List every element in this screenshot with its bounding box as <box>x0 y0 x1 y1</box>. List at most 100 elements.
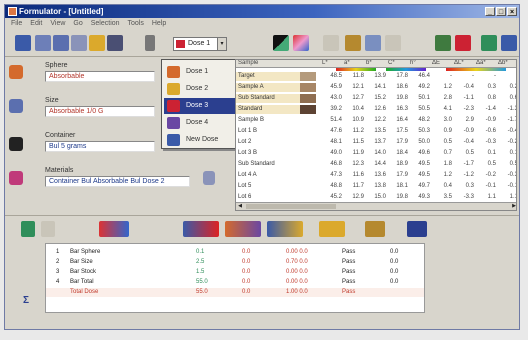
grid-cell[interactable]: 14.4 <box>364 160 386 169</box>
new-doc-icon[interactable] <box>35 35 51 51</box>
grid-cell[interactable]: 48.5 <box>320 72 342 81</box>
contrast-icon[interactable] <box>273 35 289 51</box>
grid-cell[interactable]: 50.5 <box>408 105 430 114</box>
grid-cell[interactable]: 3.0 <box>430 116 452 125</box>
grid-row-label[interactable]: Lot 3 B <box>236 149 300 158</box>
grid-cell[interactable]: -0.9 <box>452 127 474 136</box>
grid-cell[interactable]: 49.5 <box>408 171 430 180</box>
grid-cell[interactable]: 0.5 <box>452 149 474 158</box>
chevron-down-icon[interactable] <box>145 35 155 51</box>
print-icon[interactable] <box>107 35 123 51</box>
table-row[interactable]: 1 Bar Sphere 0.1 0.0 0.00 0.0 Pass 0.0 <box>46 248 424 257</box>
grid-cell[interactable]: -0.2 <box>496 138 516 147</box>
grid-cell[interactable]: 13.9 <box>364 72 386 81</box>
grid-cell[interactable]: 46.4 <box>408 72 430 81</box>
grid-cell[interactable]: 1.2 <box>430 83 452 92</box>
grid-row-label[interactable]: Sub Standard <box>236 160 300 169</box>
grid-cell[interactable]: -0.9 <box>474 116 496 125</box>
color-data-grid[interactable]: Sample L* a* b* C* h° ΔE ΔL* Δa* Δb* Target 48.5 11… <box>235 59 517 211</box>
grid-column-header[interactable]: Sample <box>238 60 258 66</box>
save-icon[interactable] <box>53 35 69 51</box>
grid-cell[interactable]: 2.8 <box>430 94 452 103</box>
grid-row-label[interactable]: Standard <box>236 105 300 114</box>
grid-cell[interactable]: 1.2 <box>430 171 452 180</box>
menu-file[interactable]: File <box>11 18 22 29</box>
grid-cell[interactable]: 13.5 <box>364 127 386 136</box>
table-row[interactable]: 4 Bar Total 55.0 0.0 0.00 0.0 Pass 0.0 <box>46 278 424 287</box>
grid-cell[interactable]: 50.3 <box>408 127 430 136</box>
grid-cell[interactable]: 39.2 <box>320 105 342 114</box>
popup-item-dose-1[interactable]: Dose 1 <box>164 64 236 80</box>
grid-column-header[interactable]: L* <box>322 60 328 66</box>
grid-cell[interactable]: 1.8 <box>430 160 452 169</box>
grid-cell[interactable]: 12.9 <box>342 193 364 202</box>
grid-cell[interactable]: -1.2 <box>452 171 474 180</box>
menu-go[interactable]: Go <box>73 18 82 29</box>
grid-cell[interactable]: -2.3 <box>452 105 474 114</box>
grid-cell[interactable]: 48.2 <box>408 116 430 125</box>
grid-cell[interactable]: 0.4 <box>430 182 452 191</box>
grid-cell[interactable]: 12.3 <box>342 160 364 169</box>
grid-cell[interactable]: - <box>430 72 452 81</box>
formula-icon[interactable] <box>21 221 35 237</box>
grid-cell[interactable]: -0.3 <box>496 171 516 180</box>
grid-cell[interactable]: 2.9 <box>452 116 474 125</box>
grid-cell[interactable]: -0.2 <box>474 171 496 180</box>
grid-cell[interactable]: 0.2 <box>496 83 516 92</box>
dose-selector[interactable]: Dose 1 <box>173 37 219 51</box>
grid-cell[interactable]: 51.4 <box>320 116 342 125</box>
grid-cell[interactable]: 10.9 <box>342 116 364 125</box>
search-icon[interactable] <box>41 221 55 237</box>
flask-icon[interactable] <box>15 35 31 51</box>
grid-cell[interactable]: 0.1 <box>496 149 516 158</box>
grid-cell[interactable]: 11.7 <box>342 182 364 191</box>
grid-column-header[interactable]: C* <box>388 60 395 66</box>
grid-column-header[interactable]: a* <box>344 60 350 66</box>
grid-cell[interactable]: 49.6 <box>408 149 430 158</box>
grid-cell[interactable]: -3.3 <box>452 193 474 202</box>
grid-cell[interactable]: 0.8 <box>474 94 496 103</box>
grid-cell[interactable]: 47.3 <box>320 171 342 180</box>
grid-cell[interactable]: 12.7 <box>342 94 364 103</box>
popup-item-dose-2[interactable]: Dose 2 <box>164 81 236 97</box>
grid-cell[interactable]: 15.0 <box>364 193 386 202</box>
grid-row-label[interactable]: Sample B <box>236 116 300 125</box>
grid-cell[interactable]: 10.4 <box>342 105 364 114</box>
minimize-button[interactable]: _ <box>485 7 495 16</box>
grid-cell[interactable]: 19.8 <box>386 94 408 103</box>
table-row[interactable]: 2 Bar Size 2.5 0.0 0.70 0.0 Pass 0.0 <box>46 258 424 267</box>
menu-view[interactable]: View <box>50 18 65 29</box>
grid-row-label[interactable]: Sub Standard <box>236 94 300 103</box>
grid-cell[interactable]: -1.1 <box>452 94 474 103</box>
grid-horizontal-scrollbar[interactable]: ◀ ▶ <box>236 202 516 210</box>
scroll-right-icon[interactable]: ▶ <box>510 203 516 210</box>
grid-cell[interactable]: 13.7 <box>364 138 386 147</box>
grid-cell[interactable]: 13.6 <box>364 171 386 180</box>
grid-cell[interactable]: 14.0 <box>364 149 386 158</box>
grid-column-header[interactable]: ΔL* <box>454 60 464 66</box>
grid-cell[interactable]: 1.1 <box>474 193 496 202</box>
grid-cell[interactable]: -0.4 <box>496 127 516 136</box>
grid-cell[interactable]: 11.8 <box>342 72 364 81</box>
grid-cell[interactable]: 11.5 <box>342 138 364 147</box>
column-chart-icon[interactable] <box>267 221 303 237</box>
grid-cell[interactable]: -0.4 <box>452 138 474 147</box>
grid-cell[interactable]: 3.5 <box>430 193 452 202</box>
grid-cell[interactable]: 0.5 <box>430 138 452 147</box>
grid-cell[interactable]: 12.6 <box>364 105 386 114</box>
grid-cell[interactable]: 46.8 <box>320 160 342 169</box>
sphere-field[interactable]: Absorbable <box>45 71 155 82</box>
grid-cell[interactable]: -0.6 <box>474 127 496 136</box>
grid-cell[interactable]: 0.1 <box>474 149 496 158</box>
grid-cell[interactable]: 0.5 <box>496 160 516 169</box>
grid-row-label[interactable]: Target <box>236 72 300 81</box>
grid-cell[interactable]: 17.8 <box>386 72 408 81</box>
grid-cell[interactable]: 16.3 <box>386 105 408 114</box>
print-icon[interactable] <box>203 171 215 185</box>
grid-cell[interactable]: -1.3 <box>496 105 516 114</box>
adjust-icon[interactable] <box>365 35 381 51</box>
grid-cell[interactable]: 18.6 <box>386 83 408 92</box>
gauge-icon[interactable] <box>455 35 471 51</box>
container-field[interactable]: Bul 5 grams <box>45 141 155 152</box>
grid-column-header[interactable]: Δa* <box>476 60 486 66</box>
